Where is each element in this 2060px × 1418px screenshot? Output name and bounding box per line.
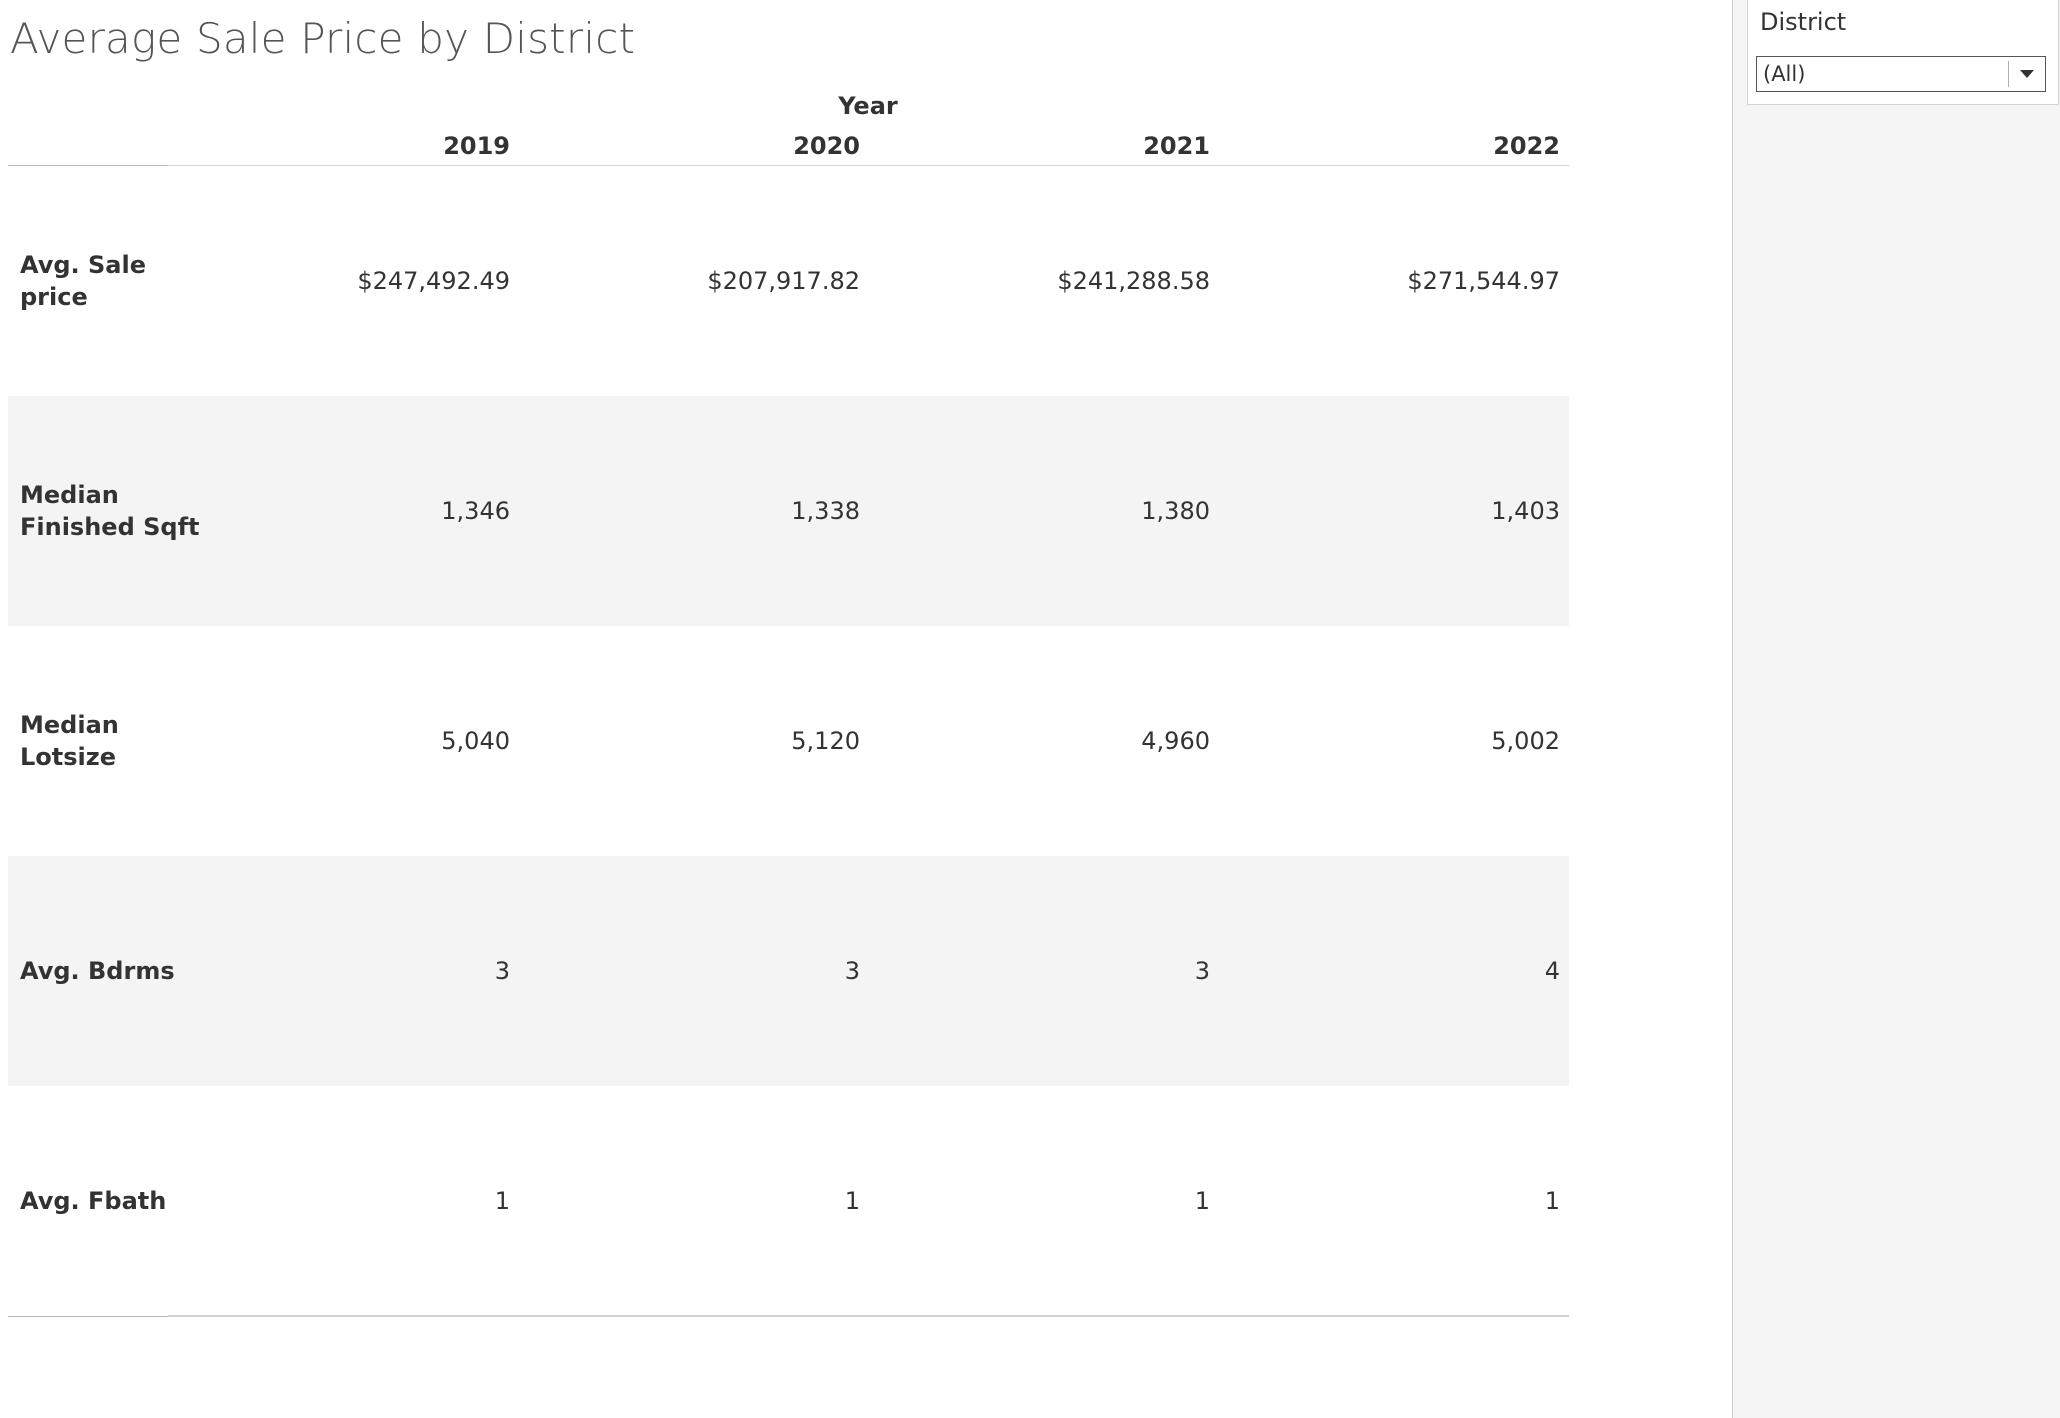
- column-header-2019: 2019: [443, 132, 510, 160]
- table-cell[interactable]: 1: [210, 1086, 510, 1316]
- table-cell[interactable]: 1,338: [560, 396, 860, 626]
- row-header: Median Finished Sqft: [20, 481, 200, 541]
- caret-down-icon[interactable]: [2009, 57, 2045, 91]
- table-cell[interactable]: $207,917.82: [560, 166, 860, 396]
- page-title: Average Sale Price by District: [10, 14, 636, 63]
- dashboard: Average Sale Price by District Year 2019…: [0, 0, 2060, 1418]
- district-filter-selected-value: (All): [1763, 62, 1806, 86]
- table-cell[interactable]: 5,040: [210, 626, 510, 856]
- table-cell[interactable]: 5,002: [1260, 626, 1560, 856]
- column-header-2021: 2021: [1143, 132, 1210, 160]
- district-filter-dropdown[interactable]: (All): [1756, 56, 2046, 92]
- row-header: Median Lotsize: [20, 711, 119, 771]
- table-cell[interactable]: 5,120: [560, 626, 860, 856]
- table-cell[interactable]: 1: [560, 1086, 860, 1316]
- row-header: Avg. Sale price: [20, 251, 146, 311]
- table-row: Median Lotsize 5,040 5,120 4,960 5,002: [8, 626, 1569, 856]
- table-cell[interactable]: 4: [1260, 856, 1560, 1086]
- column-header-2020: 2020: [793, 132, 860, 160]
- table-cell[interactable]: 1,403: [1260, 396, 1560, 626]
- row-header: Avg. Bdrms: [20, 957, 175, 985]
- table-cell[interactable]: $271,544.97: [1260, 166, 1560, 396]
- district-filter-title: District: [1760, 8, 1847, 36]
- table-cell[interactable]: 1: [910, 1086, 1210, 1316]
- table-cell[interactable]: 1,380: [910, 396, 1210, 626]
- table-cell[interactable]: 4,960: [910, 626, 1210, 856]
- column-header-2022: 2022: [1493, 132, 1560, 160]
- filter-panel: District (All): [1732, 0, 2060, 1418]
- table-cell[interactable]: $247,492.49: [210, 166, 510, 396]
- table-cell[interactable]: $241,288.58: [910, 166, 1210, 396]
- table-cell[interactable]: 3: [560, 856, 860, 1086]
- table-row: Avg. Fbath 1 1 1 1: [8, 1086, 1569, 1316]
- crosstab-table: Avg. Sale price $247,492.49 $207,917.82 …: [8, 166, 1569, 1316]
- table-row: Avg. Bdrms 3 3 3 4: [8, 856, 1569, 1086]
- table-row: Avg. Sale price $247,492.49 $207,917.82 …: [8, 166, 1569, 396]
- district-filter-card: District (All): [1747, 0, 2059, 105]
- table-row: Median Finished Sqft 1,346 1,338 1,380 1…: [8, 396, 1569, 626]
- table-bottom-divider-left: [8, 1316, 168, 1317]
- table-bottom-divider: [168, 1315, 1569, 1317]
- table-cell[interactable]: 3: [910, 856, 1210, 1086]
- table-cell[interactable]: 1: [1260, 1086, 1560, 1316]
- row-header: Avg. Fbath: [20, 1187, 167, 1215]
- column-group-header: Year: [838, 92, 898, 120]
- table-cell[interactable]: 3: [210, 856, 510, 1086]
- table-cell[interactable]: 1,346: [210, 396, 510, 626]
